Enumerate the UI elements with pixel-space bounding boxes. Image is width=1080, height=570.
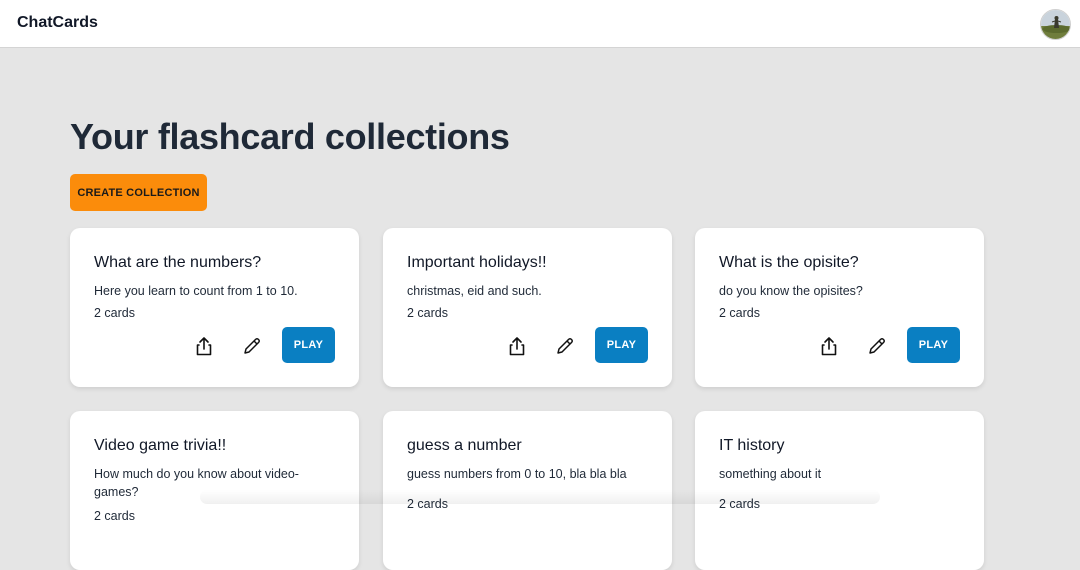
card-count: 2 cards bbox=[94, 306, 135, 320]
card-description: christmas, eid and such. bbox=[407, 284, 542, 298]
pencil-icon bbox=[557, 338, 573, 354]
play-button[interactable]: PLAY bbox=[595, 327, 648, 363]
share-icon bbox=[821, 337, 837, 356]
card-description: Here you learn to count from 1 to 10. bbox=[94, 284, 298, 298]
collection-card: What are the numbers? Here you learn to … bbox=[70, 228, 359, 387]
share-button[interactable] bbox=[505, 334, 529, 358]
scroll-shadow bbox=[200, 490, 880, 504]
share-icon bbox=[196, 337, 212, 356]
collection-card: Important holidays!! christmas, eid and … bbox=[383, 228, 672, 387]
brand-logo[interactable]: ChatCards bbox=[17, 14, 98, 32]
card-count: 2 cards bbox=[407, 306, 448, 320]
edit-button[interactable] bbox=[553, 334, 577, 358]
user-avatar[interactable] bbox=[1040, 9, 1071, 40]
play-button[interactable]: PLAY bbox=[282, 327, 335, 363]
page-title: Your flashcard collections bbox=[70, 116, 510, 157]
card-title: What is the opisite? bbox=[719, 254, 859, 271]
share-button[interactable] bbox=[192, 334, 216, 358]
card-description: something about it bbox=[719, 467, 822, 481]
share-icon bbox=[509, 337, 525, 356]
card-title: Video game trivia!! bbox=[94, 437, 227, 454]
card-title: IT history bbox=[719, 437, 785, 454]
collection-card: What is the opisite? do you know the opi… bbox=[695, 228, 984, 387]
top-navbar: ChatCards bbox=[0, 0, 1080, 48]
card-count: 2 cards bbox=[719, 306, 760, 320]
pencil-icon bbox=[244, 338, 260, 354]
card-description: do you know the opisites? bbox=[719, 284, 863, 298]
pencil-icon bbox=[869, 338, 885, 354]
card-description: guess numbers from 0 to 10, bla bla bla bbox=[407, 467, 627, 481]
edit-button[interactable] bbox=[865, 334, 889, 358]
play-button[interactable]: PLAY bbox=[907, 327, 960, 363]
avatar-image bbox=[1041, 10, 1070, 39]
card-title: What are the numbers? bbox=[94, 254, 262, 271]
card-title: Important holidays!! bbox=[407, 254, 547, 271]
edit-button[interactable] bbox=[240, 334, 264, 358]
card-count: 2 cards bbox=[94, 509, 135, 523]
card-title: guess a number bbox=[407, 437, 522, 454]
create-collection-button[interactable]: CREATE COLLECTION bbox=[70, 174, 207, 211]
share-button[interactable] bbox=[817, 334, 841, 358]
